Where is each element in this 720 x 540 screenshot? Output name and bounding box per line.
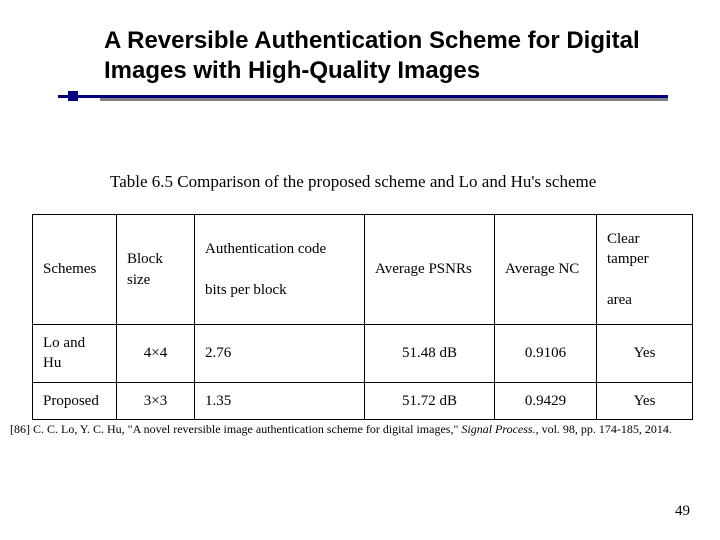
th-auth-l1: Authentication code xyxy=(205,241,326,257)
cell-scheme: Lo and Hu xyxy=(33,325,117,383)
cell-block: 4×4 xyxy=(117,325,195,383)
table-row: Lo and Hu 4×4 2.76 51.48 dB 0.9106 Yes xyxy=(33,325,693,383)
table-row: Proposed 3×3 1.35 51.72 dB 0.9429 Yes xyxy=(33,382,693,419)
ref-rest: , vol. 98, pp. 174-185, 2014. xyxy=(536,422,672,436)
cell-nc: 0.9106 xyxy=(495,325,597,383)
title-rule xyxy=(58,95,668,105)
bullet-icon xyxy=(68,91,78,101)
th-schemes: Schemes xyxy=(33,215,117,325)
th-psnr: Average PSNRs xyxy=(365,215,495,325)
th-auth-l2: bits per block xyxy=(205,282,287,298)
cell-clear: Yes xyxy=(597,382,693,419)
reference: [86] C. C. Lo, Y. C. Hu, "A novel revers… xyxy=(10,422,710,437)
cell-psnr: 51.48 dB xyxy=(365,325,495,383)
cell-psnr: 51.72 dB xyxy=(365,382,495,419)
slide-title: A Reversible Authentication Scheme for D… xyxy=(104,26,664,86)
slide: A Reversible Authentication Scheme for D… xyxy=(0,0,720,540)
ref-text: [86] C. C. Lo, Y. C. Hu, "A novel revers… xyxy=(10,422,461,436)
cell-block: 3×3 xyxy=(117,382,195,419)
th-auth: Authentication code bits per block xyxy=(195,215,365,325)
th-clear: Clear tamper area xyxy=(597,215,693,325)
title-block: A Reversible Authentication Scheme for D… xyxy=(104,26,664,86)
comparison-table: Schemes Block size Authentication code b… xyxy=(32,214,693,420)
cell-scheme: Proposed xyxy=(33,382,117,419)
ref-journal: Signal Process. xyxy=(461,422,535,436)
table-header-row: Schemes Block size Authentication code b… xyxy=(33,215,693,325)
cell-clear: Yes xyxy=(597,325,693,383)
page-number: 49 xyxy=(675,503,690,520)
cell-auth: 1.35 xyxy=(195,382,365,419)
table-caption: Table 6.5 Comparison of the proposed sch… xyxy=(110,172,670,192)
th-nc: Average NC xyxy=(495,215,597,325)
th-block: Block size xyxy=(117,215,195,325)
cell-nc: 0.9429 xyxy=(495,382,597,419)
rule-shadow xyxy=(100,98,668,101)
cell-auth: 2.76 xyxy=(195,325,365,383)
th-clear-l1: Clear tamper xyxy=(607,231,649,267)
th-clear-l2: area xyxy=(607,292,632,308)
